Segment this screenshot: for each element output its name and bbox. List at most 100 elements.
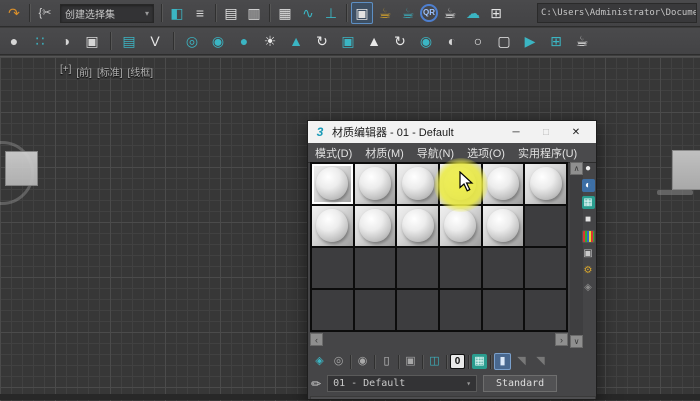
render-production-teapot-icon[interactable]: ☕ [439,2,461,24]
background-icon[interactable]: ▦ [581,196,595,209]
globe-doc-icon[interactable]: ◉ [415,30,437,52]
horizontal-scrollbar[interactable]: ‹ › [310,333,568,347]
material-slot-3-1[interactable] [354,290,396,330]
material-slot-1-5[interactable] [525,206,566,246]
material-slot-2-5[interactable] [525,248,566,288]
material-name-dropdown[interactable]: 01 - Default ▾ [327,375,478,392]
asset-browser-icon[interactable]: ▤ [118,30,140,52]
light-bulb-icon[interactable]: ● [233,30,255,52]
sample-type-sphere-icon[interactable]: ● [582,162,595,175]
menu-item-4[interactable]: 实用程序(U) [518,145,577,161]
render-teapot-gear-icon[interactable]: ☕ [374,2,396,24]
bulb-outline-icon[interactable]: ○ [467,30,489,52]
safe-frame-icon[interactable]: ▢ [493,30,515,52]
show-end-result-icon[interactable]: ▮ [494,353,511,370]
menu-item-1[interactable]: 材质(M) [365,145,404,161]
scroll-right-button[interactable]: › [555,333,568,346]
viewport-label-segment[interactable]: [前] [76,64,92,79]
rendered-frame-window-icon[interactable]: ☕ [397,2,419,24]
viewport-label-segment[interactable]: [+] [60,64,71,79]
named-selection-sets-icon[interactable]: {✂ [34,2,56,24]
options-icon[interactable]: ⚙ [582,264,595,277]
maximize-button[interactable]: □ [531,121,561,143]
sample-uv-tiling-icon[interactable]: ■ [582,213,595,226]
material-slot-2-3[interactable] [440,248,481,288]
material-slot-1-1[interactable] [354,206,396,246]
go-forward-icon[interactable]: ◥ [532,353,549,370]
menu-item-3[interactable]: 选项(O) [467,145,505,161]
go-to-parent-icon[interactable]: ◥ [513,353,530,370]
material-slot-3-0[interactable] [312,290,353,330]
redo-icon[interactable]: ↷ [3,2,25,24]
ribbon-icon[interactable]: ▦ [274,2,296,24]
scroll-left-button[interactable]: ‹ [310,333,323,346]
scroll-down-button[interactable]: ∨ [570,335,583,348]
sun-light-icon[interactable]: ☀ [259,30,281,52]
video-color-check-icon[interactable] [581,230,595,243]
palette2-icon[interactable]: ◐ [441,30,463,52]
assign-to-selection-icon[interactable]: ◉ [354,353,371,370]
tree-doc-icon[interactable]: ▲ [363,30,385,52]
crosshair-icon[interactable]: ⊞ [545,30,567,52]
show-in-viewport-icon[interactable]: ▦ [472,354,487,369]
shader-basic-params-rollout[interactable]: 明暗器基本参数 [310,396,596,399]
viewport-layout-icon[interactable]: ⊞ [485,2,507,24]
select-by-material-icon[interactable]: ◈ [582,281,595,294]
mirror-icon[interactable]: ◧ [166,2,188,24]
material-slot-0-1[interactable] [354,164,396,204]
palette-icon[interactable]: ◑ [55,30,77,52]
material-slot-0-5[interactable] [525,164,566,204]
qr-render-icon[interactable]: QR [420,4,438,22]
minimize-button[interactable]: ─ [501,121,531,143]
teapot-outline-icon[interactable]: ☕ [571,30,593,52]
plane-light-icon[interactable]: ▲ [285,30,307,52]
material-slot-1-3[interactable] [440,206,481,246]
material-slot-0-3[interactable] [440,164,481,204]
render-setup-icon[interactable]: ▣ [351,2,373,24]
material-slot-1-4[interactable] [482,206,524,246]
viewport-label-segment[interactable]: [线框] [128,64,154,79]
vray-icon[interactable]: V [144,30,166,52]
material-slot-1-0[interactable] [312,206,353,246]
backlight-icon[interactable]: ◐ [581,179,595,192]
render-cloud-icon[interactable]: ☁ [462,2,484,24]
put-to-scene-icon[interactable]: ◎ [330,353,347,370]
material-type-button[interactable]: Standard [483,375,558,392]
material-sphere-icon[interactable]: ● [3,30,25,52]
material-slot-2-1[interactable] [354,248,396,288]
physical-camera-icon[interactable]: ◉ [207,30,229,52]
dope-sheet-icon[interactable]: ⊥ [320,2,342,24]
color-dots-icon[interactable]: ∷ [29,30,51,52]
dome-refresh-icon[interactable]: ↻ [311,30,333,52]
region-play-icon[interactable]: ▶ [519,30,541,52]
align-icon[interactable]: ≡ [189,2,211,24]
material-slot-1-2[interactable] [397,206,438,246]
material-slot-3-3[interactable] [440,290,481,330]
material-editor-titlebar[interactable]: 3 材质编辑器 - 01 - Default ─ □ ✕ [308,121,596,143]
material-id-channel-icon[interactable]: 0 [450,354,465,369]
pick-material-eyedropper-icon[interactable]: ✏ [311,377,321,391]
environment-doc-icon[interactable]: ▣ [337,30,359,52]
scene-explorer-icon[interactable]: ▥ [243,2,265,24]
material-slot-3-2[interactable] [397,290,438,330]
curve-editor-icon[interactable]: ∿ [297,2,319,24]
make-preview-icon[interactable]: ▣ [582,247,595,260]
material-slot-3-4[interactable] [482,290,524,330]
material-slot-0-4[interactable] [482,164,524,204]
selection-set-dropdown[interactable]: 创建选择集 ▾ [60,3,154,23]
layer-manager-icon[interactable]: ▤ [220,2,242,24]
material-slot-0-2[interactable] [397,164,438,204]
material-slot-0-0[interactable] [312,164,353,204]
project-path-field[interactable]: C:\Users\Administrator\Documen [537,3,697,23]
menu-item-0[interactable]: 模式(D) [315,145,352,161]
make-copy-icon[interactable]: ▣ [402,353,419,370]
material-slot-2-2[interactable] [397,248,438,288]
camera-icon[interactable]: ◎ [181,30,203,52]
material-slot-2-4[interactable] [482,248,524,288]
material-override-icon[interactable]: ▣ [81,30,103,52]
fire-ring-icon[interactable]: ↻ [389,30,411,52]
put-to-library-icon[interactable]: ◫ [426,353,443,370]
get-material-icon[interactable]: ◈ [311,353,328,370]
material-slot-2-0[interactable] [312,248,353,288]
menu-item-2[interactable]: 导航(N) [417,145,454,161]
